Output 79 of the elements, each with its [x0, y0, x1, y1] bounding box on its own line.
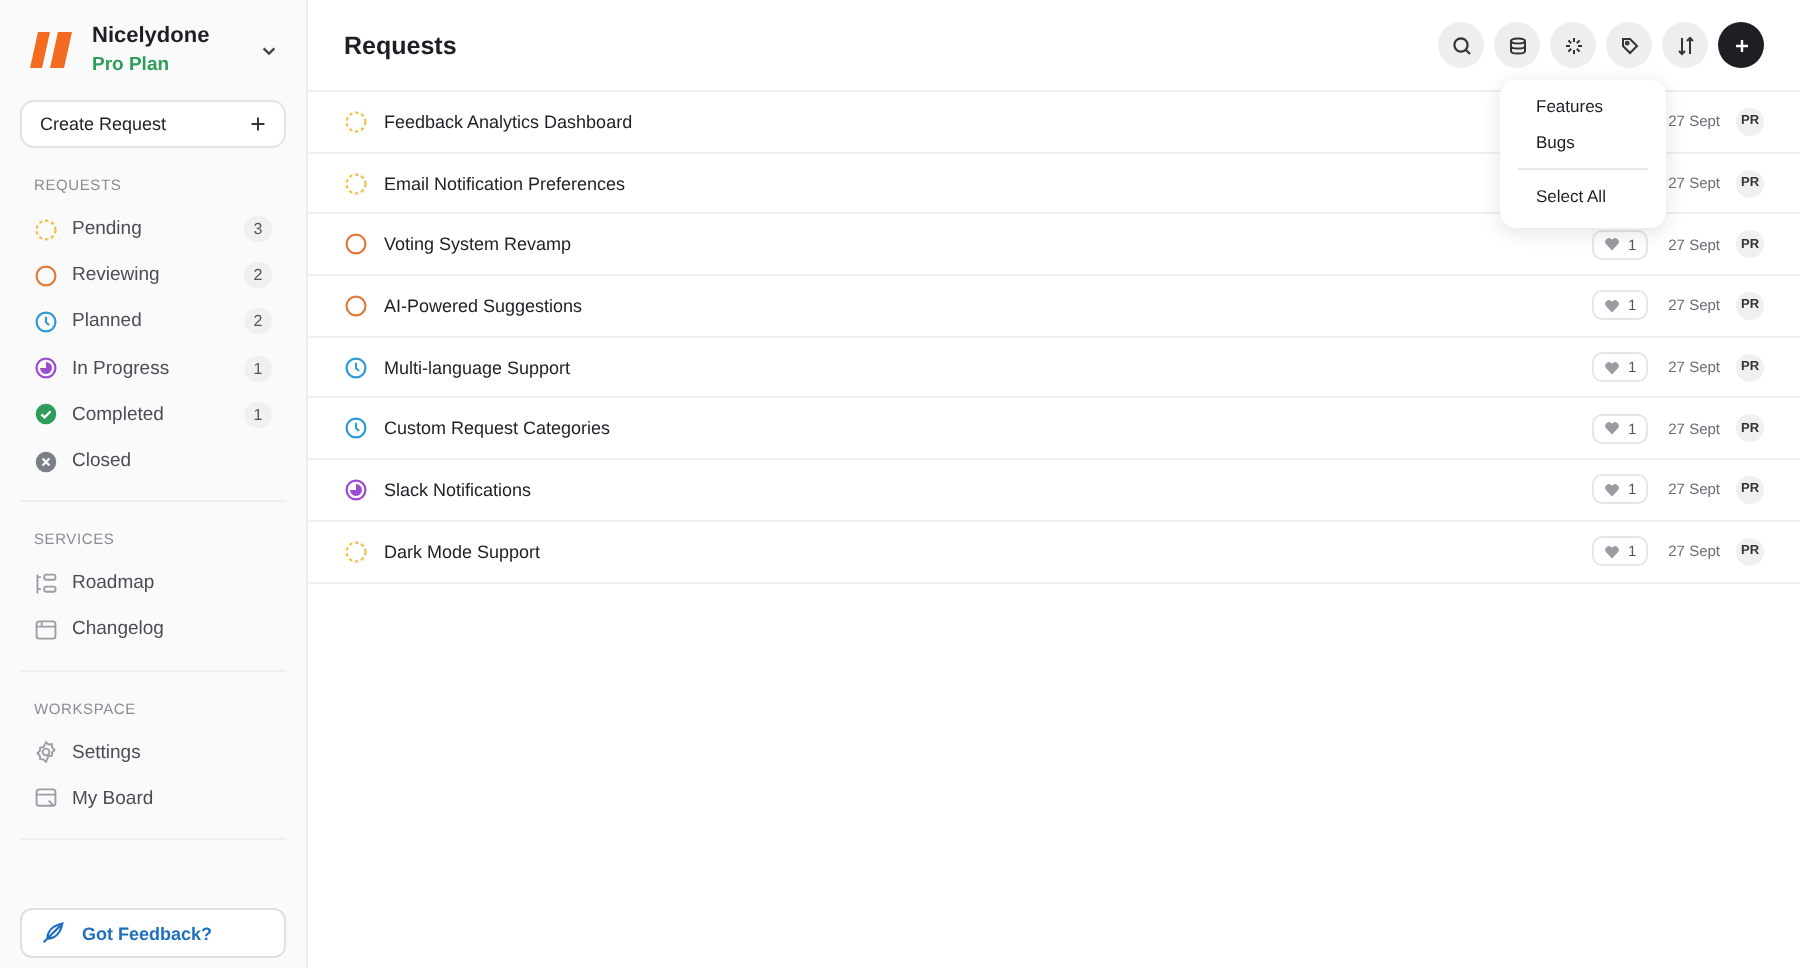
- request-title: AI-Powered Suggestions: [384, 295, 585, 316]
- clock-icon: [34, 309, 58, 334]
- dashed-circle-icon: [34, 217, 58, 242]
- heart-icon: [1603, 481, 1620, 498]
- count-badge: 2: [244, 308, 272, 335]
- sidebar-label: Changelog: [72, 618, 166, 641]
- dashed-circle-icon: [344, 539, 368, 564]
- sidebar-item[interactable]: Reviewing 2: [20, 252, 286, 299]
- sidebar-item[interactable]: Changelog: [20, 606, 286, 653]
- request-title: Custom Request Categories: [384, 418, 613, 439]
- plan-label: Pro Plan: [92, 54, 172, 76]
- search-icon: [1451, 35, 1471, 55]
- roadmap-icon: [34, 571, 58, 596]
- heart-icon: [1603, 420, 1620, 437]
- circle-icon: [34, 263, 58, 288]
- menu-item[interactable]: Features: [1518, 88, 1648, 124]
- circle-icon: [344, 293, 368, 318]
- plus-icon: [250, 116, 266, 132]
- count-badge: 2: [244, 262, 272, 289]
- settings-icon: [34, 740, 58, 765]
- page-title: Requests: [344, 31, 459, 59]
- half-circle-icon: [34, 356, 58, 381]
- logo-icon: [28, 28, 76, 72]
- sort-icon: [1675, 35, 1695, 55]
- sidebar-label: Settings: [72, 741, 143, 764]
- sidebar-label: Pending: [72, 218, 144, 241]
- sidebar-item[interactable]: Settings: [20, 729, 286, 776]
- feedback-button[interactable]: Got Feedback?: [20, 908, 286, 958]
- heart-icon: [1603, 297, 1620, 314]
- count-badge: 1: [244, 401, 272, 428]
- sidebar-item[interactable]: Pending 3: [20, 206, 286, 253]
- board-icon: [34, 786, 58, 811]
- feather-icon: [40, 920, 66, 946]
- request-title: Multi-language Support: [384, 357, 573, 378]
- search-button[interactable]: [1438, 22, 1484, 68]
- request-title: Feedback Analytics Dashboard: [384, 111, 635, 132]
- request-title: Dark Mode Support: [384, 541, 543, 562]
- sidebar-label: Closed: [72, 450, 134, 473]
- status-filter-button[interactable]: [1550, 22, 1596, 68]
- sidebar-item[interactable]: Completed 1: [20, 391, 286, 438]
- request-title: Slack Notifications: [384, 479, 534, 500]
- request-title: Email Notification Preferences: [384, 173, 628, 194]
- tag-button[interactable]: [1606, 22, 1652, 68]
- sidebar-label: In Progress: [72, 357, 172, 380]
- half-circle-icon: [344, 477, 368, 502]
- sidebar-label: Roadmap: [72, 572, 157, 595]
- dashed-circle-icon: [344, 109, 368, 134]
- heart-icon: [1603, 236, 1620, 253]
- sidebar-label: Planned: [72, 310, 144, 333]
- count-badge: 3: [244, 216, 272, 243]
- sidebar-label: Reviewing: [72, 264, 162, 287]
- dashed-circle-icon: [344, 171, 368, 196]
- heart-icon: [1603, 543, 1620, 560]
- layers-button[interactable]: [1494, 22, 1540, 68]
- loader-icon: [1563, 35, 1583, 55]
- workspace-name: Nicelydone: [92, 24, 212, 48]
- sidebar-item[interactable]: Closed: [20, 437, 286, 485]
- sort-button[interactable]: [1662, 22, 1708, 68]
- calendar-icon: [34, 617, 58, 642]
- heart-icon: [1603, 359, 1620, 376]
- sidebar-label: Completed: [72, 403, 166, 426]
- create-request-button[interactable]: Create Request: [20, 100, 286, 148]
- sidebar-item[interactable]: My Board: [20, 775, 286, 822]
- sidebar-label: My Board: [72, 787, 156, 810]
- x-circle-icon: [34, 449, 58, 474]
- plus-icon: [1731, 35, 1751, 55]
- add-button[interactable]: [1718, 22, 1764, 68]
- clock-icon: [344, 416, 368, 441]
- select-all-item[interactable]: Select All: [1518, 178, 1648, 214]
- tag-icon: [1619, 35, 1639, 55]
- request-title: Voting System Revamp: [384, 234, 574, 255]
- count-badge: 1: [244, 355, 272, 382]
- clock-icon: [344, 355, 368, 380]
- sidebar-item[interactable]: Roadmap: [20, 560, 286, 607]
- sidebar-item[interactable]: Planned 2: [20, 298, 286, 346]
- check-circle-icon: [34, 402, 58, 427]
- sidebar-item[interactable]: In Progress 1: [20, 345, 286, 392]
- circle-icon: [344, 232, 368, 257]
- database-icon: [1507, 35, 1527, 55]
